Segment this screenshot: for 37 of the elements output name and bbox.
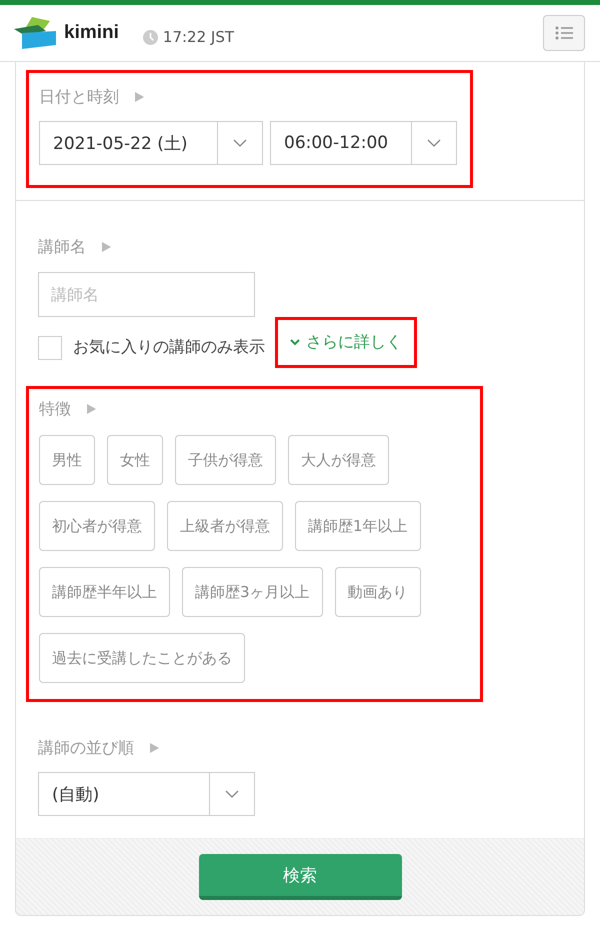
time-select[interactable]: 06:00-12:00	[270, 121, 457, 165]
menu-icon	[555, 26, 573, 40]
feature-chip[interactable]: 初心者が得意	[39, 501, 155, 551]
menu-button[interactable]	[543, 15, 585, 51]
teacher-name-field[interactable]: 講師名	[38, 272, 255, 317]
feature-chip[interactable]: 過去に受講したことがある	[39, 633, 245, 683]
feature-chip[interactable]: 講師歴3ヶ月以上	[182, 567, 323, 617]
chevron-down-icon	[427, 139, 441, 147]
section-label: 日付と時刻	[39, 86, 119, 108]
sort-select[interactable]: (自動)	[38, 772, 255, 816]
triangle-icon	[135, 92, 144, 102]
current-time: 17:22 JST	[162, 28, 234, 46]
triangle-icon	[102, 242, 111, 252]
chevron-down-icon	[225, 790, 239, 798]
feature-chip[interactable]: 女性	[107, 435, 163, 485]
more-options-link[interactable]: さらに詳しく	[275, 317, 417, 368]
feature-chip[interactable]: 上級者が得意	[167, 501, 283, 551]
logo-icon	[12, 15, 58, 51]
checkbox[interactable]	[38, 336, 62, 360]
section-label: 講師名	[38, 236, 86, 258]
feature-chip[interactable]: 講師歴1年以上	[295, 501, 421, 551]
section-label: 特徴	[39, 398, 71, 420]
chevron-down-icon	[233, 139, 247, 147]
clock-icon	[142, 30, 158, 44]
feature-chip[interactable]: 男性	[39, 435, 95, 485]
checkbox-label: お気に入りの講師のみ表示	[73, 337, 265, 358]
date-select[interactable]: 2021-05-22 (土)	[39, 121, 263, 165]
feature-chip[interactable]: 動画あり	[334, 567, 421, 617]
section-label: 講師の並び順	[38, 738, 134, 758]
feature-chip[interactable]: 大人が得意	[288, 435, 389, 485]
feature-chip[interactable]: 子供が得意	[175, 435, 276, 485]
logo-text: kimini	[64, 22, 119, 44]
triangle-icon	[150, 743, 159, 753]
chevron-down-icon	[290, 339, 300, 346]
search-button[interactable]: 検索	[198, 854, 402, 900]
triangle-icon	[87, 404, 96, 414]
feature-chip[interactable]: 講師歴半年以上	[39, 567, 170, 617]
